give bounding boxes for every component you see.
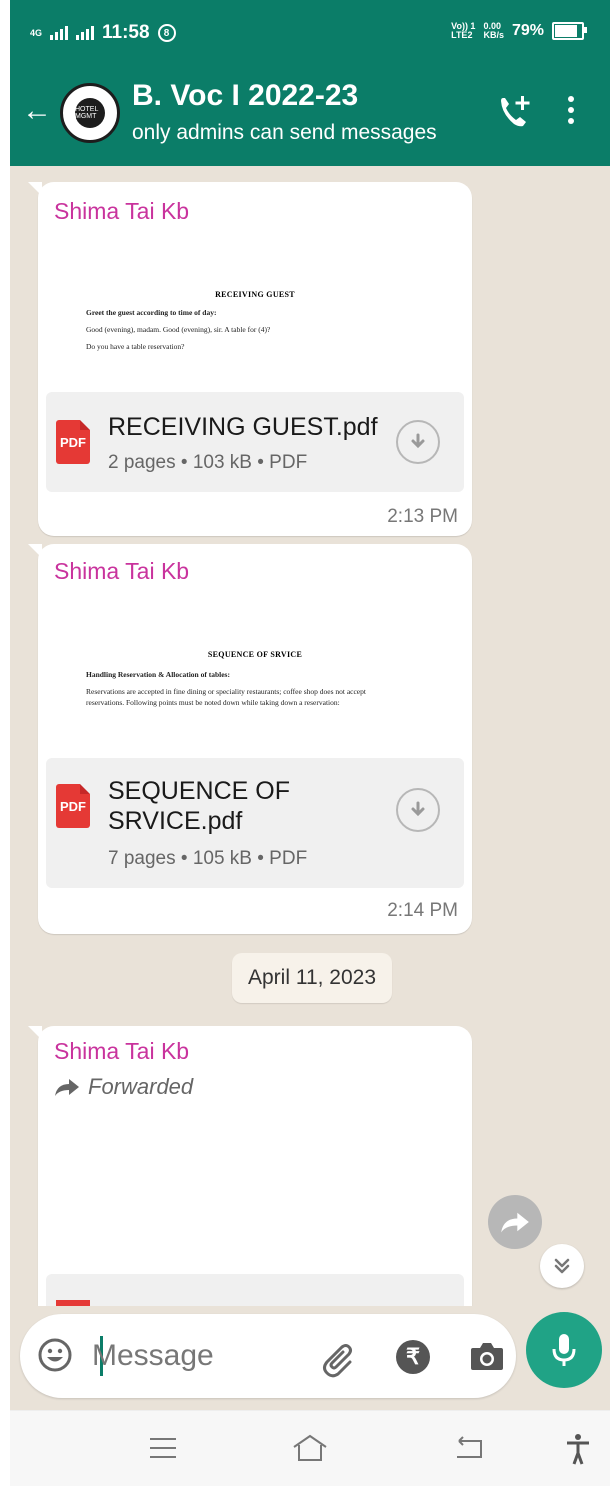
preview-line: Greet the guest according to time of day… [86,308,217,317]
emoji-icon[interactable] [38,1338,72,1372]
attach-icon[interactable] [320,1338,360,1378]
battery-percent: 79% [511,22,544,39]
document-meta: 7 pages • 105 kB • PDF [108,848,308,869]
forward-icon[interactable] [488,1195,542,1249]
document-preview[interactable]: SEQUENCE OF SRVICE Handling Reservation … [46,598,464,758]
group-name[interactable]: B. Voc I 2022-23 [132,79,358,113]
document-preview[interactable]: RECEIVING GUEST Greet the guest accordin… [46,238,464,388]
alarm-badge-icon: 8 [157,24,176,42]
lte-label: LTE2 [451,30,473,40]
signal-icon [50,26,69,40]
status-bar: 4G 11:58 8 Vo)) 1 LTE2 0.00 KB/s 79% [10,0,610,66]
volte-indicator: Vo)) 1 LTE2 [451,22,475,40]
preview-line: reservations. Following points must be n… [86,698,340,707]
document-meta: 2 pages • 103 kB • PDF [108,452,308,473]
download-icon[interactable] [396,788,440,832]
preview-line: Handling Reservation & Allocation of tab… [86,670,230,679]
composer: ₹ [20,1314,516,1398]
sender-name: Shima Tai Kb [54,198,190,224]
document-attachment-partial[interactable] [46,1274,464,1306]
accessibility-icon[interactable] [565,1433,591,1465]
back-arrow-icon[interactable]: ← [22,96,52,126]
forwarded-indicator: Forwarded [54,1074,193,1100]
preview-line: Good (evening), madam. Good (evening), s… [86,325,271,334]
message-input[interactable] [90,1332,294,1380]
message-bubble-2[interactable]: Shima Tai Kb SEQUENCE OF SRVICE Handling… [28,544,472,934]
sender-name: Shima Tai Kb [54,1038,190,1064]
chat-header: ← HOTEL MGMT B. Voc I 2022-23 only admin… [10,66,610,166]
message-time: 2:14 PM [387,900,458,921]
preview-line: Reservations are accepted in fine dining… [86,687,366,696]
net-speed: 0.00 KB/s [483,22,504,40]
camera-icon[interactable] [470,1340,504,1372]
pdf-icon: PDF [56,784,90,828]
menu-icon[interactable] [148,1433,178,1463]
pdf-icon: PDF [56,420,90,464]
document-name: SEQUENCE OF SRVICE.pdf [108,777,290,835]
phone-screen: 4G 11:58 8 Vo)) 1 LTE2 0.00 KB/s 79% ← HOT… [10,0,610,1486]
document-name: RECEIVING GUEST.pdf [108,413,378,441]
chat-area[interactable]: Shima Tai Kb RECEIVING GUEST Greet the g… [10,166,610,1306]
battery-icon [552,22,587,40]
network-type: 4G [30,27,43,38]
status-right: Vo)) 1 LTE2 0.00 KB/s 79% [451,22,587,40]
forwarded-label: Forwarded [88,1074,194,1099]
home-icon[interactable] [292,1433,328,1463]
download-icon[interactable] [396,420,440,464]
more-options-icon[interactable] [567,93,575,133]
clock: 11:58 [102,22,150,43]
battery-fill [555,25,578,37]
net-speed-unit: KB/s [483,30,504,40]
sender-name: Shima Tai Kb [54,558,190,584]
mic-icon[interactable] [526,1312,602,1388]
preview-heading: RECEIVING GUEST [215,290,295,299]
rupee-icon[interactable]: ₹ [396,1340,430,1374]
date-divider: April 11, 2023 [232,953,392,1003]
preview-heading: SEQUENCE OF SRVICE [207,650,303,659]
message-bubble-3[interactable]: Shima Tai Kb Forwarded [28,1026,472,1306]
message-time: 2:13 PM [387,506,458,527]
signal-icon-2 [76,26,95,40]
back-icon[interactable] [453,1433,485,1463]
status-left: 4G 11:58 8 [30,22,176,44]
chevron-double-down-icon[interactable] [540,1244,584,1288]
group-avatar[interactable]: HOTEL MGMT [60,83,120,143]
document-attachment[interactable]: PDF SEQUENCE OF SRVICE.pdf 7 pages • 105… [46,758,464,888]
group-subtitle: only admins can send messages [132,121,437,144]
preview-line: Do you have a table reservation? [86,342,185,351]
forward-arrow-icon [55,1079,79,1096]
document-attachment[interactable]: PDF RECEIVING GUEST.pdf 2 pages • 103 kB… [46,392,464,492]
add-call-icon[interactable] [495,92,535,132]
pdf-icon [56,1300,90,1306]
avatar-logo: HOTEL MGMT [75,98,105,128]
system-nav-bar [10,1410,610,1486]
message-bubble-1[interactable]: Shima Tai Kb RECEIVING GUEST Greet the g… [28,182,472,536]
